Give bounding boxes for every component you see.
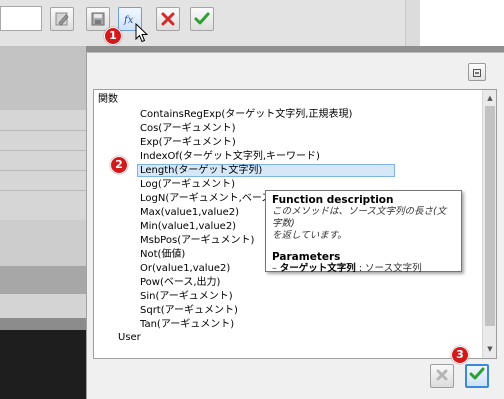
param-prefix: – xyxy=(272,263,280,274)
tree-item-msbpos[interactable]: MsbPos(アーギュメント) xyxy=(138,234,256,247)
tooltip-parameter: – ターゲット文字列 : ソース文字列 xyxy=(272,263,455,275)
tree-item-exp[interactable]: Exp(アーギュメント) xyxy=(138,136,238,149)
cancel-x-icon xyxy=(435,367,449,386)
scroll-up-arrow-icon[interactable]: ▲ xyxy=(485,93,495,103)
tree-item-sqrt[interactable]: Sqrt(アーギュメント) xyxy=(138,304,240,317)
panel-region xyxy=(0,318,86,330)
tree-item-min[interactable]: Min(value1,value2) xyxy=(138,220,238,233)
tooltip-description-line1: このメソッドは、ソース文字列の長さ(文字数) xyxy=(272,206,447,229)
panel-region xyxy=(0,220,86,266)
edit-pencil-icon xyxy=(54,11,70,27)
tree-item-tan[interactable]: Tan(アーギュメント) xyxy=(138,318,236,331)
panel-divider xyxy=(0,190,86,191)
expression-input[interactable] xyxy=(0,6,42,31)
panel-region xyxy=(0,110,86,220)
left-properties-panel xyxy=(0,46,86,399)
tree-item-length[interactable]: Length(ターゲット文字列) xyxy=(137,164,395,177)
tree-item-pow[interactable]: Pow(ベース,出力) xyxy=(138,276,222,289)
fx-glyph: fx xyxy=(123,15,134,26)
callout-badge-2: 2 xyxy=(110,156,128,174)
panel-divider xyxy=(0,170,86,171)
mouse-pointer-icon xyxy=(135,22,149,47)
delete-button[interactable] xyxy=(156,7,180,31)
collapse-button[interactable] xyxy=(468,63,486,81)
param-name: ターゲット文字列 xyxy=(279,263,356,274)
tooltip-parameters-title: Parameters xyxy=(272,251,341,263)
tree-root-user[interactable]: User xyxy=(118,331,141,344)
cancel-button[interactable] xyxy=(430,364,454,388)
tree-item-not[interactable]: Not(価値) xyxy=(138,248,187,261)
tree-item-sin[interactable]: Sin(アーギュメント) xyxy=(138,290,235,303)
function-description-tooltip: Function description このメソッドは、ソース文字列の長さ(文… xyxy=(265,190,462,275)
collapse-minus-icon xyxy=(472,63,482,82)
tree-root-functions[interactable]: 関数 xyxy=(98,93,118,106)
tree-scrollbar[interactable]: ▲ ▼ xyxy=(482,90,496,358)
tree-item-log[interactable]: Log(アーギュメント) xyxy=(138,178,237,191)
tooltip-description-line2: を返しています。 xyxy=(272,230,347,241)
toolbar-splitter xyxy=(405,0,420,46)
confirm-check-icon xyxy=(194,11,210,27)
callout-badge-3: 3 xyxy=(451,346,469,364)
param-separator: : xyxy=(355,263,366,274)
tree-item-cos[interactable]: Cos(アーギュメント) xyxy=(138,122,238,135)
tree-item-or[interactable]: Or(value1,value2) xyxy=(138,262,232,275)
scroll-thumb[interactable] xyxy=(485,106,495,326)
panel-region xyxy=(0,266,86,294)
delete-x-icon xyxy=(160,11,176,27)
panel-region xyxy=(0,294,86,318)
callout-badge-1: 1 xyxy=(104,27,122,45)
edit-button[interactable] xyxy=(50,7,74,31)
tooltip-title: Function description xyxy=(272,194,394,206)
tree-item-max[interactable]: Max(value1,value2) xyxy=(138,206,241,219)
save-disk-icon xyxy=(90,11,106,27)
save-button[interactable] xyxy=(86,7,110,31)
param-description: ソース文字列 xyxy=(365,263,422,274)
tree-item-containsregexp[interactable]: ContainsRegExp(ターゲット文字列,正規表現) xyxy=(138,108,354,121)
confirm-button[interactable] xyxy=(190,7,214,31)
panel-region xyxy=(0,46,86,110)
ok-button[interactable] xyxy=(465,364,489,388)
panel-divider xyxy=(0,150,86,151)
panel-divider xyxy=(0,130,86,131)
panel-region xyxy=(0,330,86,399)
ok-check-icon xyxy=(469,366,485,386)
scroll-down-arrow-icon[interactable]: ▼ xyxy=(485,344,495,354)
main-toolbar: fx xyxy=(0,0,420,46)
tree-item-logn[interactable]: LogN(アーギュメント,ベース) xyxy=(138,192,277,205)
tree-item-indexof[interactable]: IndexOf(ターゲット文字列,キーワード) xyxy=(138,150,322,163)
